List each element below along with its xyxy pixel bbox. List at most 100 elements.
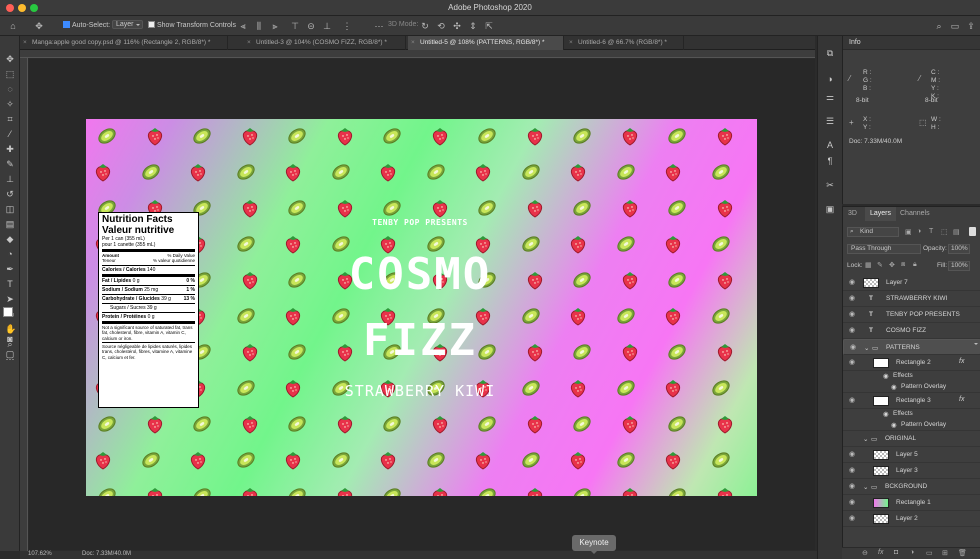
layer-row[interactable]: ◉ Layer 5: [843, 447, 980, 463]
fx-icon[interactable]: fx: [959, 358, 964, 365]
crop-tool-icon[interactable]: ⌗: [5, 114, 15, 124]
tab-untitled-6[interactable]: × Untitled-6 @ 66.7% (RGB/8*) *: [566, 36, 684, 50]
eyedropper-tool-icon[interactable]: ⁄: [5, 129, 15, 139]
3d-scale-icon[interactable]: ⇱: [484, 21, 494, 31]
effect-row[interactable]: ◉ Pattern Overlay: [843, 382, 980, 393]
3d-roll-icon[interactable]: ⟲: [436, 21, 446, 31]
stamp-tool-icon[interactable]: ⊥: [5, 174, 15, 184]
foreground-color-swatch[interactable]: [3, 307, 13, 317]
effects-row[interactable]: ◉ Effects: [843, 371, 980, 382]
visibility-eye-icon[interactable]: ◉: [849, 359, 856, 366]
tools-icon[interactable]: ✂: [825, 180, 835, 190]
distribute-icon[interactable]: ⋮: [342, 21, 352, 31]
visibility-eye-icon[interactable]: ◉: [849, 499, 856, 506]
transform-controls-checkbox[interactable]: Show Transform Controls: [148, 21, 236, 29]
layer-group-row[interactable]: ◉ ⌄ ▭ BCKGROUND: [843, 479, 980, 495]
flavor-text[interactable]: STRAWBERRY KIWI: [320, 382, 520, 400]
layer-row[interactable]: ◉ T TENBY POP PRESENTS: [843, 307, 980, 323]
home-icon[interactable]: ⌂: [8, 21, 18, 31]
align-right-icon[interactable]: ⫸: [270, 21, 280, 31]
filter-shape-icon[interactable]: ⬚: [941, 228, 948, 236]
layer-row[interactable]: ◉ T STRAWBERRY KIWI: [843, 291, 980, 307]
color-icon[interactable]: ◑: [825, 74, 835, 84]
auto-select-dropdown[interactable]: Layer: [112, 20, 143, 29]
effects-row[interactable]: ◉ Effects: [843, 409, 980, 420]
eye-icon[interactable]: ◉: [883, 372, 889, 380]
chevron-down-icon[interactable]: ⌄: [864, 344, 869, 352]
dodge-tool-icon[interactable]: ◔: [5, 249, 15, 259]
adjustment-layer-icon[interactable]: ◑: [910, 549, 914, 556]
fx-icon[interactable]: fx: [878, 549, 883, 556]
eye-icon[interactable]: ◉: [891, 383, 897, 391]
new-group-icon[interactable]: ▭: [926, 549, 933, 557]
layer-row[interactable]: ◉ Layer 2: [843, 511, 980, 527]
visibility-eye-icon[interactable]: ◉: [850, 344, 857, 351]
tab-untitled-5[interactable]: × Untitled-5 @ 108% (PATTERNS, RGB/8*) *: [408, 36, 564, 50]
move-tool-icon[interactable]: ✥: [34, 21, 44, 31]
align-center-icon[interactable]: ⫼: [254, 21, 264, 31]
layer-group-row[interactable]: ◉ ⌄ ▭ PATTERNS: [843, 339, 980, 355]
eye-icon[interactable]: ◉: [883, 410, 889, 418]
lock-position-icon[interactable]: ✥: [889, 261, 895, 269]
blend-mode-dropdown[interactable]: Pass Through: [847, 244, 921, 254]
eye-icon[interactable]: ◉: [891, 421, 897, 429]
visibility-eye-icon[interactable]: ◉: [849, 279, 856, 286]
share-icon[interactable]: ⇪: [966, 21, 976, 31]
align-middle-icon[interactable]: ⊝: [306, 21, 316, 31]
visibility-eye-icon[interactable]: ◉: [849, 311, 856, 318]
character-icon[interactable]: A: [825, 140, 835, 150]
screen-mode-icon[interactable]: ▢: [5, 349, 15, 359]
hand-tool-icon[interactable]: ✋: [5, 324, 16, 334]
visibility-eye-icon[interactable]: ◉: [849, 295, 856, 302]
filter-adjust-icon[interactable]: ◑: [917, 228, 921, 235]
visibility-eye-icon[interactable]: ◉: [849, 467, 856, 474]
more-options-icon[interactable]: ⋯: [374, 21, 384, 31]
3d-slide-icon[interactable]: ⇕: [468, 21, 478, 31]
opacity-input[interactable]: 100%: [948, 244, 970, 254]
kind-filter-dropdown[interactable]: ⌕ Kind: [847, 227, 899, 237]
layer-row[interactable]: ◉ Rectangle 1: [843, 495, 980, 511]
tab-3d[interactable]: 3D: [843, 207, 862, 221]
workspace-icon[interactable]: ▭: [950, 21, 960, 31]
fx-icon[interactable]: fx: [959, 396, 964, 403]
move-tool-icon[interactable]: ✥: [5, 54, 15, 64]
lock-artboard-icon[interactable]: ⧈: [901, 261, 905, 269]
trash-icon[interactable]: 🗑︎: [958, 549, 967, 557]
filter-pixel-icon[interactable]: ▣: [905, 228, 912, 236]
properties-icon[interactable]: ☰: [825, 116, 835, 126]
filter-toggle[interactable]: [969, 227, 976, 236]
close-tab-icon[interactable]: ×: [569, 36, 573, 50]
auto-select-checkbox[interactable]: Auto-Select:: [63, 21, 110, 29]
chevron-down-icon[interactable]: ⌄: [863, 435, 868, 443]
link-icon[interactable]: ⊖: [862, 549, 868, 557]
align-top-icon[interactable]: ⊤: [290, 21, 300, 31]
search-icon[interactable]: ⌕: [934, 21, 944, 31]
close-tab-icon[interactable]: ×: [411, 36, 415, 50]
new-layer-icon[interactable]: ⊞: [942, 549, 948, 557]
visibility-eye-icon[interactable]: ◉: [849, 451, 856, 458]
lock-all-icon[interactable]: 🔒︎: [913, 261, 917, 269]
visibility-eye-icon[interactable]: ◉: [849, 515, 856, 522]
path-select-tool-icon[interactable]: ➤: [5, 294, 15, 304]
close-tab-icon[interactable]: ×: [247, 36, 251, 50]
fill-input[interactable]: 100%: [948, 261, 970, 271]
info-panel-title[interactable]: Info: [843, 36, 980, 50]
history-brush-icon[interactable]: ↺: [5, 189, 15, 199]
title-line-1[interactable]: COSMO: [330, 250, 510, 300]
filter-smart-icon[interactable]: ▤: [953, 228, 960, 236]
adjustments-icon[interactable]: ⚌: [825, 92, 835, 102]
tab-layers[interactable]: Layers: [865, 207, 897, 221]
brush-tool-icon[interactable]: ✎: [5, 159, 15, 169]
layer-row[interactable]: ◉ Rectangle 2 fx: [843, 355, 980, 371]
lock-pixels-icon[interactable]: ✎: [877, 261, 883, 269]
title-line-2[interactable]: FIZZ: [330, 316, 510, 366]
align-left-icon[interactable]: ⫷: [238, 21, 248, 31]
3d-rotate-icon[interactable]: ↻: [420, 21, 430, 31]
layer-row[interactable]: ◉ Layer 7: [843, 275, 980, 291]
visibility-eye-icon[interactable]: ◉: [849, 397, 856, 404]
tab-manga[interactable]: × Manga:apple good copy.psd @ 116% (Recta…: [20, 36, 228, 50]
close-tab-icon[interactable]: ×: [23, 36, 27, 50]
horizontal-ruler[interactable]: [20, 50, 815, 58]
zoom-level[interactable]: 107.62%: [28, 551, 52, 557]
tab-untitled-3[interactable]: × Untitled-3 @ 104% (COSMO FIZZ, RGB/8*) …: [244, 36, 406, 50]
